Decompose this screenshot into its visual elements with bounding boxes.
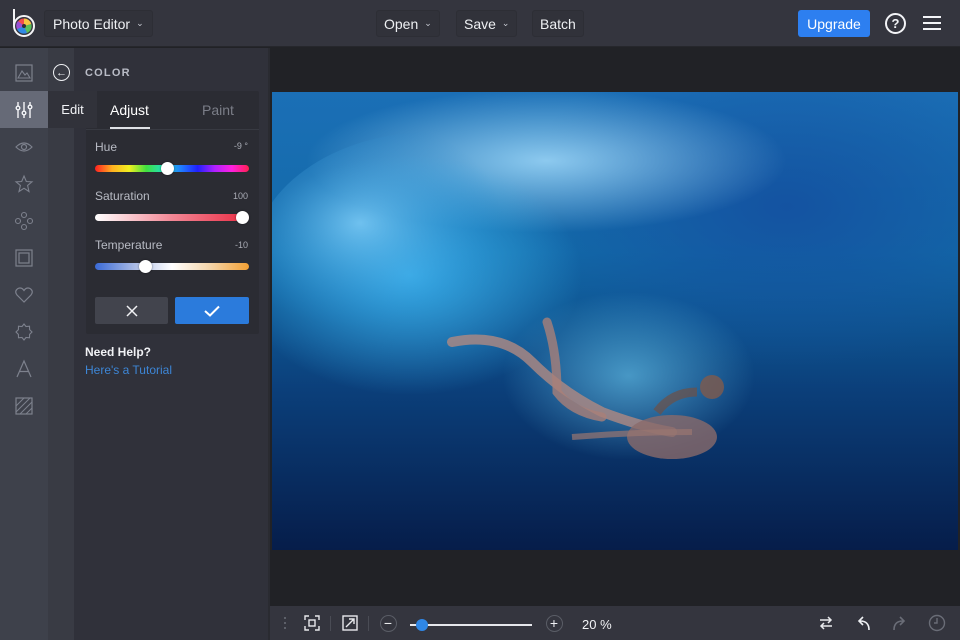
eye-icon [15, 141, 33, 152]
back-arrow-icon[interactable]: ← [53, 64, 70, 81]
sliders-icon [15, 101, 33, 118]
rail-item-effects[interactable] [0, 165, 48, 202]
temperature-slider[interactable] [95, 263, 249, 270]
open-menu-button[interactable]: Open ⌄ [376, 10, 440, 37]
temperature-slider-thumb[interactable] [138, 260, 152, 273]
tab-adjust[interactable]: Adjust [110, 91, 149, 129]
fit-screen-icon[interactable] [302, 606, 322, 640]
plus-icon: + [545, 614, 563, 632]
app-menu-dropdown[interactable]: Photo Editor ⌄ [44, 10, 153, 37]
tab-divider [86, 129, 259, 130]
actual-size-icon[interactable] [340, 606, 360, 640]
photo-underwater-swimmer[interactable] [272, 92, 958, 550]
zoom-level: 20 % [582, 617, 612, 632]
image-icon [15, 63, 33, 82]
divider [330, 616, 331, 631]
text-icon [16, 359, 32, 377]
batch-label: Batch [540, 15, 576, 32]
batch-button[interactable]: Batch [532, 10, 584, 37]
temperature-value: -10 [234, 240, 248, 250]
save-label: Save [464, 15, 496, 32]
divider [368, 616, 369, 631]
saturation-label: Saturation [95, 189, 150, 203]
edit-tooltip: Edit [48, 91, 97, 128]
heart-icon [15, 286, 33, 303]
open-label: Open [384, 15, 419, 32]
rail-item-touch-up[interactable] [0, 128, 48, 165]
rail-item-textures[interactable] [0, 387, 48, 424]
circles-icon [14, 211, 34, 230]
texture-icon [15, 396, 33, 415]
badge-icon [15, 322, 33, 341]
rail-item-overlays[interactable] [0, 313, 48, 350]
save-menu-button[interactable]: Save ⌄ [456, 10, 518, 37]
app-title: Photo Editor [53, 15, 131, 32]
help-icon[interactable]: ? [885, 13, 906, 34]
swimmer-figure [272, 132, 724, 459]
apply-button[interactable] [175, 297, 249, 324]
help-title: Need Help? [85, 345, 152, 359]
zoom-slider[interactable] [410, 624, 532, 626]
panel-title: COLOR [85, 67, 131, 79]
rail-item-frames[interactable] [0, 239, 48, 276]
saturation-value: 100 [232, 191, 248, 201]
saturation-slider[interactable] [95, 214, 249, 221]
saturation-slider-thumb[interactable] [236, 211, 249, 224]
tab-paint[interactable]: Paint [202, 91, 234, 129]
history-icon[interactable] [927, 606, 947, 640]
top-bar: Photo Editor ⌄ Open ⌄ Save ⌄ Batch Upgra… [0, 0, 960, 47]
frame-icon [15, 248, 33, 267]
panel-strip [48, 48, 74, 640]
close-icon [125, 304, 138, 317]
redo-icon[interactable] [890, 606, 910, 640]
hue-value: -9 ° [233, 141, 248, 151]
befunky-logo[interactable] [10, 8, 36, 38]
temperature-label: Temperature [95, 238, 163, 252]
rail-item-edit[interactable] [0, 91, 48, 128]
tool-rail [0, 48, 48, 640]
chevron-down-icon: ⌄ [136, 18, 144, 28]
hamburger-icon[interactable] [923, 16, 941, 30]
upgrade-button[interactable]: Upgrade [798, 10, 870, 37]
compare-icon[interactable] [816, 606, 836, 640]
zoom-out-button[interactable]: − [378, 606, 398, 640]
zoom-slider-thumb[interactable] [415, 619, 428, 631]
rail-item-text[interactable] [0, 350, 48, 387]
tutorial-link[interactable]: Here's a Tutorial [85, 363, 172, 377]
cancel-button[interactable] [95, 297, 168, 324]
undo-icon[interactable] [853, 606, 873, 640]
minus-icon: − [379, 614, 397, 632]
hue-label: Hue [95, 140, 118, 154]
rail-item-graphics[interactable] [0, 276, 48, 313]
star-icon [14, 174, 34, 193]
rail-item-image-manager[interactable] [0, 54, 48, 91]
zoom-in-button[interactable]: + [544, 606, 564, 640]
drag-handle-icon[interactable] [280, 606, 290, 640]
rail-item-artsy[interactable] [0, 202, 48, 239]
check-icon [204, 305, 220, 317]
chevron-down-icon: ⌄ [424, 18, 432, 28]
chevron-down-icon: ⌄ [501, 18, 510, 28]
